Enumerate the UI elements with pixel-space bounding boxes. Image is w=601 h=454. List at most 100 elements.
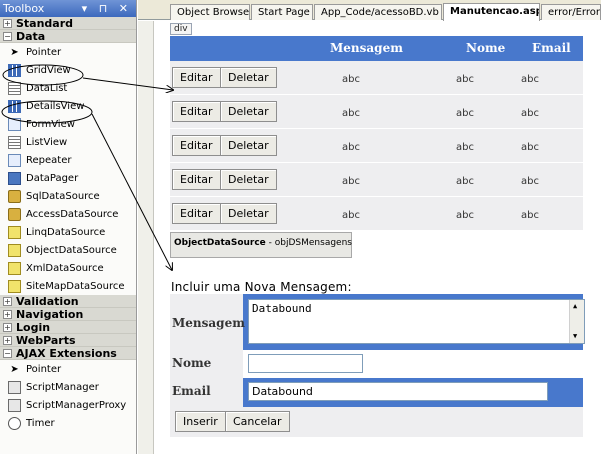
cell-mensagem: abc — [342, 74, 360, 85]
gridview[interactable]: Mensagem Nome Email Editar Deletar abc a… — [170, 36, 583, 231]
scroll-down-icon[interactable]: ▼ — [573, 332, 577, 340]
toolbox-item-sitemapdatasource[interactable]: SiteMapDataSource — [0, 277, 136, 295]
toolbox-item-listview[interactable]: ListView — [0, 133, 136, 151]
category-webparts[interactable]: + WebParts — [0, 334, 136, 347]
toolbox-item-formview[interactable]: FormView — [0, 115, 136, 133]
nome-label: Nome — [172, 356, 212, 370]
repeater-icon — [8, 153, 21, 167]
expand-icon: + — [3, 309, 12, 319]
toolbox-item-objectdatasource[interactable]: ObjectDataSource — [0, 241, 136, 259]
cell-nome: abc — [456, 74, 474, 85]
toolbox-item-sqldatasource[interactable]: SqlDataSource — [0, 187, 136, 205]
delete-button[interactable]: Deletar — [220, 169, 277, 190]
sitemapdatasource-icon — [8, 279, 21, 293]
tab-manutencao-aspx[interactable]: Manutencao.aspx — [443, 3, 540, 21]
listview-icon — [8, 135, 21, 149]
textarea-scrollbar[interactable]: ▲ ▼ — [569, 300, 584, 343]
objectdatasource-icon — [8, 243, 21, 257]
column-header-mensagem: Mensagem — [330, 41, 403, 55]
cell-mensagem: abc — [342, 142, 360, 153]
cell-mensagem: abc — [342, 176, 360, 187]
edit-button[interactable]: Editar — [172, 101, 221, 122]
email-input[interactable]: Databound — [248, 382, 548, 401]
edit-button[interactable]: Editar — [172, 203, 221, 224]
sqldatasource-icon — [8, 189, 21, 203]
datalist-icon — [8, 81, 21, 95]
table-row: Editar Deletar abc abc abc — [170, 163, 583, 197]
ods-id: - objDSMensagens — [265, 238, 352, 248]
xmldatasource-icon — [8, 261, 21, 275]
toolbox-item-gridview[interactable]: GridView — [0, 61, 136, 79]
toolbox-title-bar: Toolbox ▾ ⊓ ✕ — [0, 0, 136, 17]
tab-start-page[interactable]: Start Page — [251, 4, 313, 20]
pointer-icon: ➤ — [10, 363, 19, 375]
insert-formview[interactable]: Mensagem Nome Email Databound ▲ ▼ Databo… — [170, 294, 585, 437]
gridview-icon — [8, 63, 21, 77]
inserir-button[interactable]: Inserir — [175, 411, 226, 432]
toolbox-item-ajax-pointer[interactable]: ➤ Pointer — [0, 360, 136, 378]
cancelar-button[interactable]: Cancelar — [225, 411, 290, 432]
toolbox-window-buttons[interactable]: ▾ ⊓ ✕ — [82, 0, 132, 17]
category-validation[interactable]: + Validation — [0, 295, 136, 308]
edit-button[interactable]: Editar — [172, 67, 221, 88]
cell-email: abc — [521, 176, 539, 187]
delete-button[interactable]: Deletar — [220, 67, 277, 88]
tab-object-browser[interactable]: Object Browser — [170, 4, 250, 20]
toolbox-item-accessdatasource[interactable]: AccessDataSource — [0, 205, 136, 223]
edit-button[interactable]: Editar — [172, 169, 221, 190]
tab-error[interactable]: error/Error — [541, 4, 601, 20]
cell-nome: abc — [456, 210, 474, 221]
table-row: Editar Deletar abc abc abc — [170, 61, 583, 95]
delete-button[interactable]: Deletar — [220, 203, 277, 224]
cell-email: abc — [521, 210, 539, 221]
toolbox-item-datalist[interactable]: DataList — [0, 79, 136, 97]
category-ajax-extensions[interactable]: − AJAX Extensions — [0, 347, 136, 360]
cell-email: abc — [521, 74, 539, 85]
toolbox-item-pointer[interactable]: ➤ Pointer — [0, 43, 136, 61]
ods-type: ObjectDataSource — [174, 238, 266, 248]
expand-icon: + — [3, 335, 12, 345]
cell-mensagem: abc — [342, 210, 360, 221]
column-header-nome: Nome — [466, 41, 506, 55]
document-area: Object Browser Start Page App_Code/acess… — [138, 0, 601, 454]
toolbox-item-linqdatasource[interactable]: LinqDataSource — [0, 223, 136, 241]
category-login[interactable]: + Login — [0, 321, 136, 334]
cell-email: abc — [521, 108, 539, 119]
category-standard[interactable]: + Standard — [0, 17, 136, 30]
cell-mensagem: abc — [342, 108, 360, 119]
detailsview-icon — [8, 99, 21, 113]
toolbox-item-scriptmanagerproxy[interactable]: ScriptManagerProxy — [0, 396, 136, 414]
div-tag-label[interactable]: div — [170, 23, 192, 35]
cell-nome: abc — [456, 108, 474, 119]
toolbox-item-repeater[interactable]: Repeater — [0, 151, 136, 169]
toolbox-item-datapager[interactable]: DataPager — [0, 169, 136, 187]
category-navigation[interactable]: + Navigation — [0, 308, 136, 321]
category-data[interactable]: − Data — [0, 30, 136, 43]
expand-icon: + — [3, 18, 12, 28]
edit-button[interactable]: Editar — [172, 135, 221, 156]
table-row: Editar Deletar abc abc abc — [170, 95, 583, 129]
toolbox-title: Toolbox — [3, 2, 45, 15]
gridview-header: Mensagem Nome Email — [170, 36, 583, 61]
design-margin — [138, 21, 154, 454]
design-surface: Mensagem Nome Email Editar Deletar abc a… — [170, 36, 585, 454]
mensagem-value: Databound — [252, 302, 312, 315]
toolbox-item-xmldatasource[interactable]: XmlDataSource — [0, 259, 136, 277]
datapager-icon — [8, 171, 21, 185]
delete-button[interactable]: Deletar — [220, 101, 277, 122]
accessdatasource-icon — [8, 207, 21, 221]
toolbox-item-detailsview[interactable]: DetailsView — [0, 97, 136, 115]
delete-button[interactable]: Deletar — [220, 135, 277, 156]
email-label: Email — [172, 384, 211, 398]
mensagem-label: Mensagem — [172, 316, 245, 330]
toolbox-item-timer[interactable]: Timer — [0, 414, 136, 432]
column-header-email: Email — [532, 41, 571, 55]
nome-input[interactable] — [248, 354, 363, 373]
scriptmanagerproxy-icon — [8, 398, 21, 412]
linqdatasource-icon — [8, 225, 21, 239]
scroll-up-icon[interactable]: ▲ — [573, 302, 577, 310]
tab-acessobd-vb[interactable]: App_Code/acessoBD.vb — [314, 4, 442, 20]
objectdatasource-control[interactable]: ObjectDataSource - objDSMensagens — [170, 232, 352, 258]
mensagem-textarea[interactable]: Databound ▲ ▼ — [248, 299, 585, 344]
toolbox-item-scriptmanager[interactable]: ScriptManager — [0, 378, 136, 396]
